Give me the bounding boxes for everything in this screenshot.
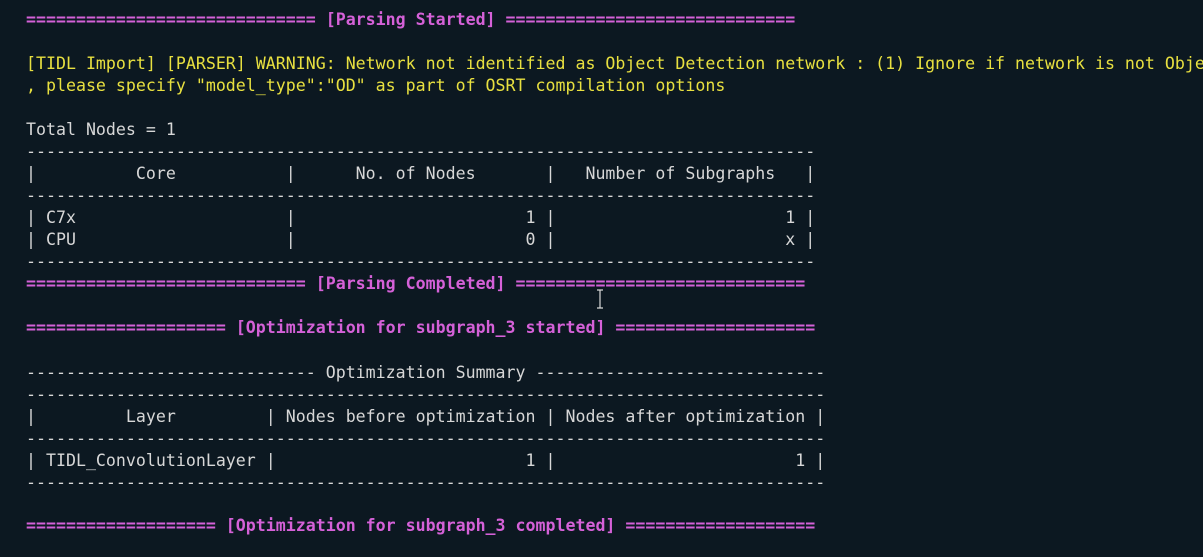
table-border-bottom: ----------------------------------------… bbox=[26, 252, 816, 271]
table-border-top: ----------------------------------------… bbox=[26, 142, 816, 161]
table-row: | TIDL_ConvolutionLayer | 1 | 1 | bbox=[26, 451, 826, 470]
table-header-row: | Layer | Nodes before optimization | No… bbox=[26, 407, 826, 426]
total-nodes-line: Total Nodes = 1 bbox=[26, 120, 176, 139]
table-row: | C7x | 1 | 1 | bbox=[26, 208, 816, 227]
table-border-bottom: ----------------------------------------… bbox=[26, 473, 826, 492]
table-border-mid: ----------------------------------------… bbox=[26, 429, 826, 448]
terminal-window[interactable]: ============================= [Parsing S… bbox=[0, 0, 1203, 557]
i-beam-cursor-icon bbox=[597, 289, 603, 309]
optimization-completed-header: =================== [Optimization for su… bbox=[26, 516, 816, 535]
optimization-started-header: ==================== [Optimization for s… bbox=[26, 318, 816, 337]
table-border-top: ----------------------------------------… bbox=[26, 385, 826, 404]
optimization-summary-title: ----------------------------- Optimizati… bbox=[26, 363, 826, 382]
table-header-row: | Core | No. of Nodes | Number of Subgra… bbox=[26, 164, 816, 183]
parsing-started-header: ============================= [Parsing S… bbox=[26, 10, 796, 29]
warning-line-2: , please specify "model_type":"OD" as pa… bbox=[26, 76, 726, 95]
parsing-completed-header: ============================ [Parsing Co… bbox=[26, 274, 806, 293]
table-row: | CPU | 0 | x | bbox=[26, 230, 816, 249]
table-border-mid: ----------------------------------------… bbox=[26, 186, 816, 205]
warning-line-1: [TIDL Import] [PARSER] WARNING: Network … bbox=[26, 54, 1203, 73]
